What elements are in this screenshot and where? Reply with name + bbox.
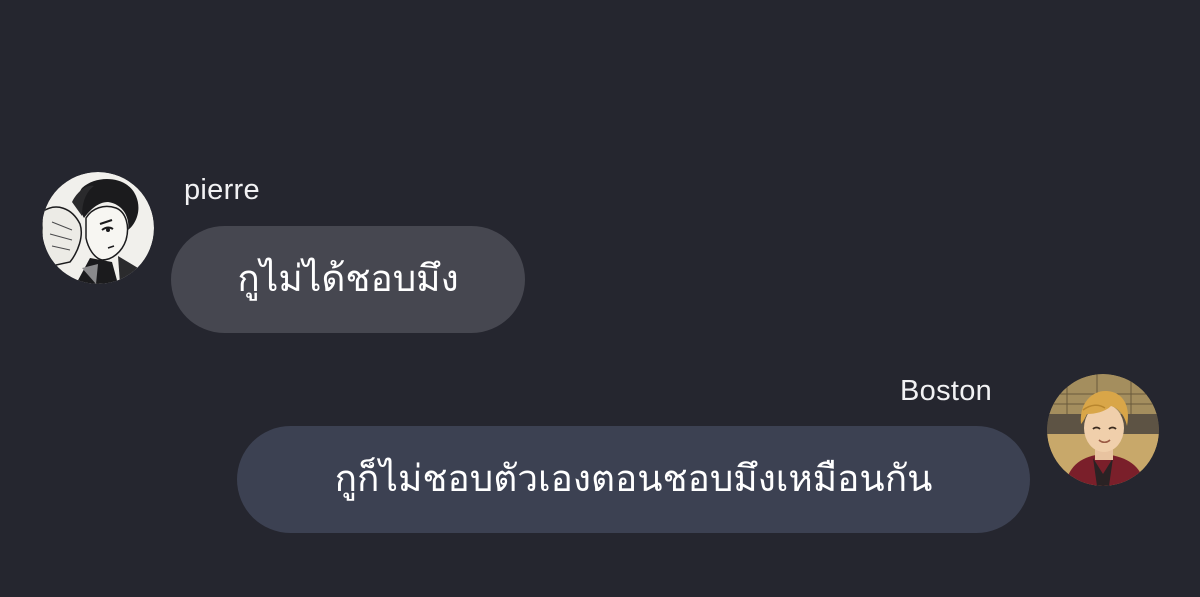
chat-area: pierre กูไม่ได้ชอบมึง Boston กูก็ไม่ชอบต… [0,0,1200,597]
message-bubble[interactable]: กูก็ไม่ชอบตัวเองตอนชอบมึงเหมือนกัน [237,426,1030,533]
avatar-boston[interactable] [1047,374,1159,486]
message-bubble[interactable]: กูไม่ได้ชอบมึง [171,226,525,333]
sender-name: pierre [184,174,260,206]
message-text: กูไม่ได้ชอบมึง [237,257,459,301]
message-text: กูก็ไม่ชอบตัวเองตอนชอบมึงเหมือนกัน [334,457,933,501]
avatar-pierre[interactable] [42,172,154,284]
sender-name: Boston [900,375,993,407]
